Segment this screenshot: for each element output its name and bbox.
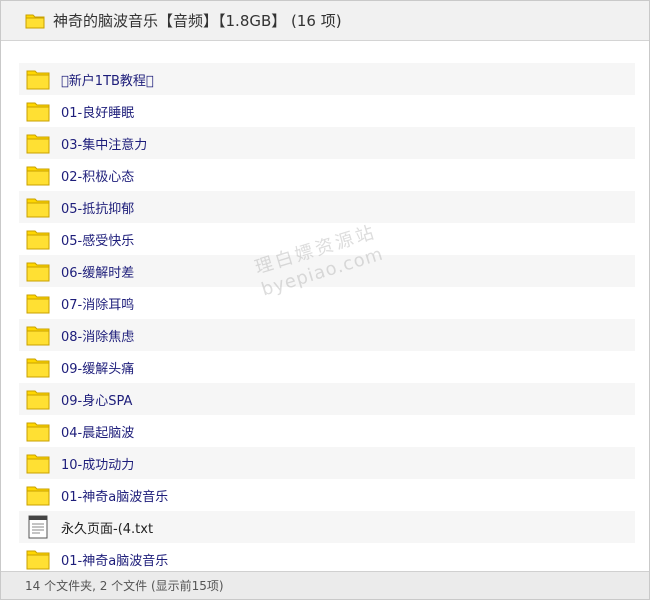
list-item[interactable]: 05-抵抗抑郁 bbox=[19, 191, 635, 223]
folder-icon bbox=[25, 195, 51, 219]
list-item[interactable]: 07-消除耳鸣 bbox=[19, 287, 635, 319]
status-text: 14 个文件夹, 2 个文件 (显示前15项) bbox=[25, 579, 224, 593]
list-item[interactable]: 08-消除焦虑 bbox=[19, 319, 635, 351]
status-bar: 14 个文件夹, 2 个文件 (显示前15项) bbox=[1, 571, 649, 599]
item-name: 01-良好睡眠 bbox=[61, 105, 135, 121]
item-name: 07-消除耳鸣 bbox=[61, 297, 135, 313]
item-name: 09-缓解头痛 bbox=[61, 361, 135, 377]
folder-icon bbox=[25, 355, 51, 379]
item-name: 02-积极心态 bbox=[61, 169, 135, 185]
folder-icon bbox=[25, 67, 51, 91]
list-item[interactable]: 01-神奇a脑波音乐 bbox=[19, 479, 635, 511]
item-name: 05-感受快乐 bbox=[61, 233, 135, 249]
folder-icon bbox=[25, 483, 51, 507]
folder-icon bbox=[25, 131, 51, 155]
folder-icon bbox=[25, 451, 51, 475]
item-name: 03-集中注意力 bbox=[61, 137, 148, 153]
folder-icon bbox=[25, 419, 51, 443]
file-listing-window: 神奇的脑波音乐【音频】【1.8GB】 (16 项)  新户1TB教程  01-良… bbox=[0, 0, 650, 600]
item-name: 01-神奇a脑波音乐 bbox=[61, 489, 169, 505]
item-name: 04-晨起脑波 bbox=[61, 425, 135, 441]
folder-icon bbox=[25, 99, 51, 123]
item-name: 06-缓解时差 bbox=[61, 265, 135, 281]
file-list:  新户1TB教程  01-良好睡眠 03-集中注意力 02-积极心态 05-抵抗… bbox=[19, 63, 635, 575]
item-name: 01-神奇a脑波音乐 bbox=[61, 553, 169, 569]
list-item[interactable]: 03-集中注意力 bbox=[19, 127, 635, 159]
folder-icon bbox=[25, 547, 51, 571]
list-item[interactable]: 09-缓解头痛 bbox=[19, 351, 635, 383]
folder-icon bbox=[25, 323, 51, 347]
item-name:  新户1TB教程  bbox=[61, 73, 154, 89]
item-name: 09-身心SPA bbox=[61, 393, 133, 409]
list-item[interactable]: 永久页面-(4.txt bbox=[19, 511, 635, 543]
list-item[interactable]: 02-积极心态 bbox=[19, 159, 635, 191]
list-item[interactable]: 05-感受快乐 bbox=[19, 223, 635, 255]
folder-icon bbox=[25, 291, 51, 315]
text-file-icon bbox=[25, 515, 51, 539]
list-item[interactable]: 06-缓解时差 bbox=[19, 255, 635, 287]
list-item[interactable]: 01-良好睡眠 bbox=[19, 95, 635, 127]
list-item[interactable]: 10-成功动力 bbox=[19, 447, 635, 479]
title-bar: 神奇的脑波音乐【音频】【1.8GB】 (16 项) bbox=[1, 1, 649, 41]
item-name: 05-抵抗抑郁 bbox=[61, 201, 135, 217]
item-name: 永久页面-(4.txt bbox=[61, 521, 154, 537]
list-item[interactable]: 04-晨起脑波 bbox=[19, 415, 635, 447]
item-name: 10-成功动力 bbox=[61, 457, 135, 473]
folder-icon bbox=[25, 387, 51, 411]
folder-icon bbox=[25, 259, 51, 283]
folder-icon bbox=[25, 227, 51, 251]
window-title: 神奇的脑波音乐【音频】【1.8GB】 (16 项) bbox=[53, 12, 342, 30]
list-item[interactable]: 09-身心SPA bbox=[19, 383, 635, 415]
list-item[interactable]:  新户1TB教程  bbox=[19, 63, 635, 95]
folder-icon bbox=[25, 14, 45, 28]
folder-icon bbox=[25, 163, 51, 187]
item-name: 08-消除焦虑 bbox=[61, 329, 135, 345]
